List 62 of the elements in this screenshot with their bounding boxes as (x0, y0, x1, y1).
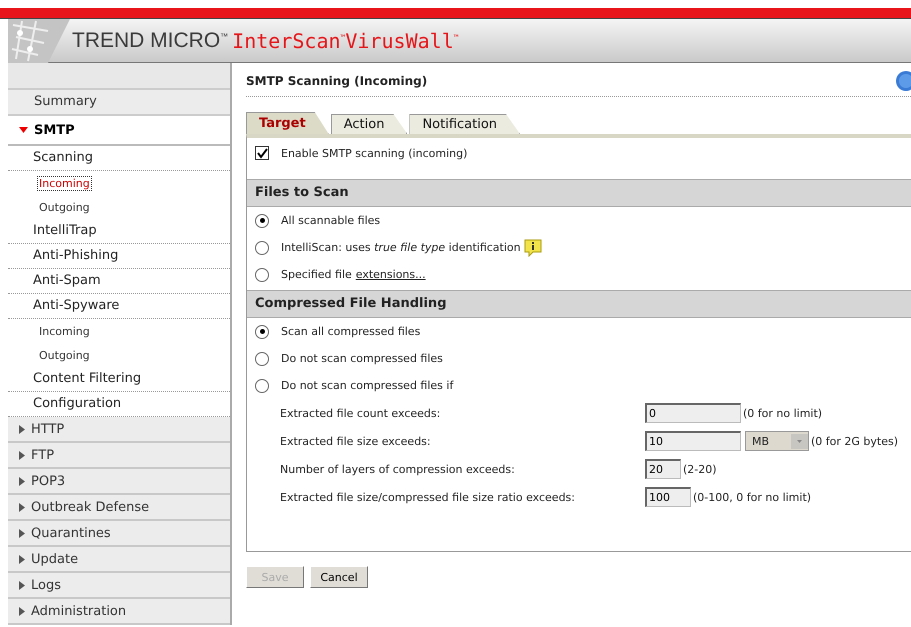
field-hint: (2-20) (683, 462, 717, 476)
nav-group[interactable]: Administration (8, 599, 230, 625)
radio-label: IntelliScan: uses true file type identification (281, 241, 521, 254)
info-icon[interactable] (524, 238, 542, 256)
radio-label: Specified file (281, 268, 352, 281)
nav-group[interactable]: Logs (8, 573, 230, 599)
tab[interactable]: Target (246, 112, 329, 134)
nav-item[interactable]: Incoming (38, 324, 91, 338)
field-label: Extracted file size exceeds: (280, 434, 432, 448)
field-hint: (0 for no limit) (743, 406, 822, 420)
collapsed-triangle-icon (19, 424, 25, 434)
nav-item[interactable]: IntelliTrap (8, 219, 230, 244)
radio-label: Do not scan compressed files if (281, 379, 454, 392)
collapsed-triangle-icon (19, 606, 25, 616)
field-label: Number of layers of compression exceeds: (280, 462, 516, 476)
section-header: Files to Scan (247, 179, 911, 207)
nav-group[interactable]: FTP (8, 443, 230, 469)
vendor-logo-text: TREND MICRO$^{™}$ (72, 28, 228, 52)
field-label: Extracted file count exceeds: (280, 406, 442, 420)
collapsed-triangle-icon (19, 554, 25, 564)
nav-group[interactable]: Update (8, 547, 230, 573)
nav-group[interactable]: HTTP (8, 417, 230, 443)
nav-item[interactable]: Anti-Phishing (8, 244, 230, 269)
checkbox-label: Enable SMTP scanning (incoming) (281, 146, 468, 160)
tab[interactable]: Notification (409, 114, 520, 134)
nav-item[interactable]: Summary (8, 90, 230, 116)
nav-item[interactable]: Anti-Spam (8, 269, 230, 294)
field-hint: (0 for 2G bytes) (811, 434, 898, 448)
nav-item[interactable]: Outgoing (38, 200, 91, 214)
radio-label: All scannable files (281, 214, 380, 227)
radio-button[interactable] (255, 324, 269, 338)
collapsed-triangle-icon (19, 502, 25, 512)
checkbox[interactable] (255, 146, 269, 160)
nav-item[interactable]: Content Filtering (8, 367, 230, 392)
collapsed-triangle-icon (19, 580, 25, 590)
help-icon[interactable] (895, 70, 911, 92)
page-title: SMTP Scanning (Incoming) (246, 74, 428, 88)
nav-item[interactable]: Anti-Spyware (8, 294, 230, 319)
nav-group[interactable]: Outbreak Defense (8, 495, 230, 521)
radio-label: Scan all compressed files (281, 325, 420, 338)
product-name: InterScan$^{™}$VirusWall$^{™}$ (232, 28, 459, 52)
radio-button[interactable] (255, 214, 269, 228)
form-button[interactable]: Cancel (310, 566, 368, 588)
collapsed-triangle-icon (19, 528, 25, 538)
radio-button[interactable] (255, 268, 269, 282)
field-label: Extracted file size/compressed file size ratio exceeds: (280, 490, 576, 504)
collapsed-triangle-icon (19, 476, 25, 486)
section-header: Compressed File Handling (247, 290, 911, 318)
nav-item[interactable]: Incoming (38, 176, 91, 190)
nav-item[interactable]: Outgoing (38, 348, 91, 362)
extensions-link[interactable]: extensions... (356, 268, 426, 281)
collapsed-triangle-icon (19, 450, 25, 460)
nav-group[interactable]: POP3 (8, 469, 230, 495)
tab[interactable]: Action (330, 114, 408, 134)
radio-button[interactable] (255, 378, 269, 392)
nav-group[interactable]: Quarantines (8, 521, 230, 547)
radio-button[interactable] (255, 352, 269, 366)
field-hint: (0-100, 0 for no limit) (693, 490, 812, 504)
radio-label: Do not scan compressed files (281, 352, 443, 365)
nav-item[interactable]: Scanning (8, 146, 230, 171)
radio-button[interactable] (255, 240, 269, 254)
expanded-triangle-icon (19, 127, 28, 133)
